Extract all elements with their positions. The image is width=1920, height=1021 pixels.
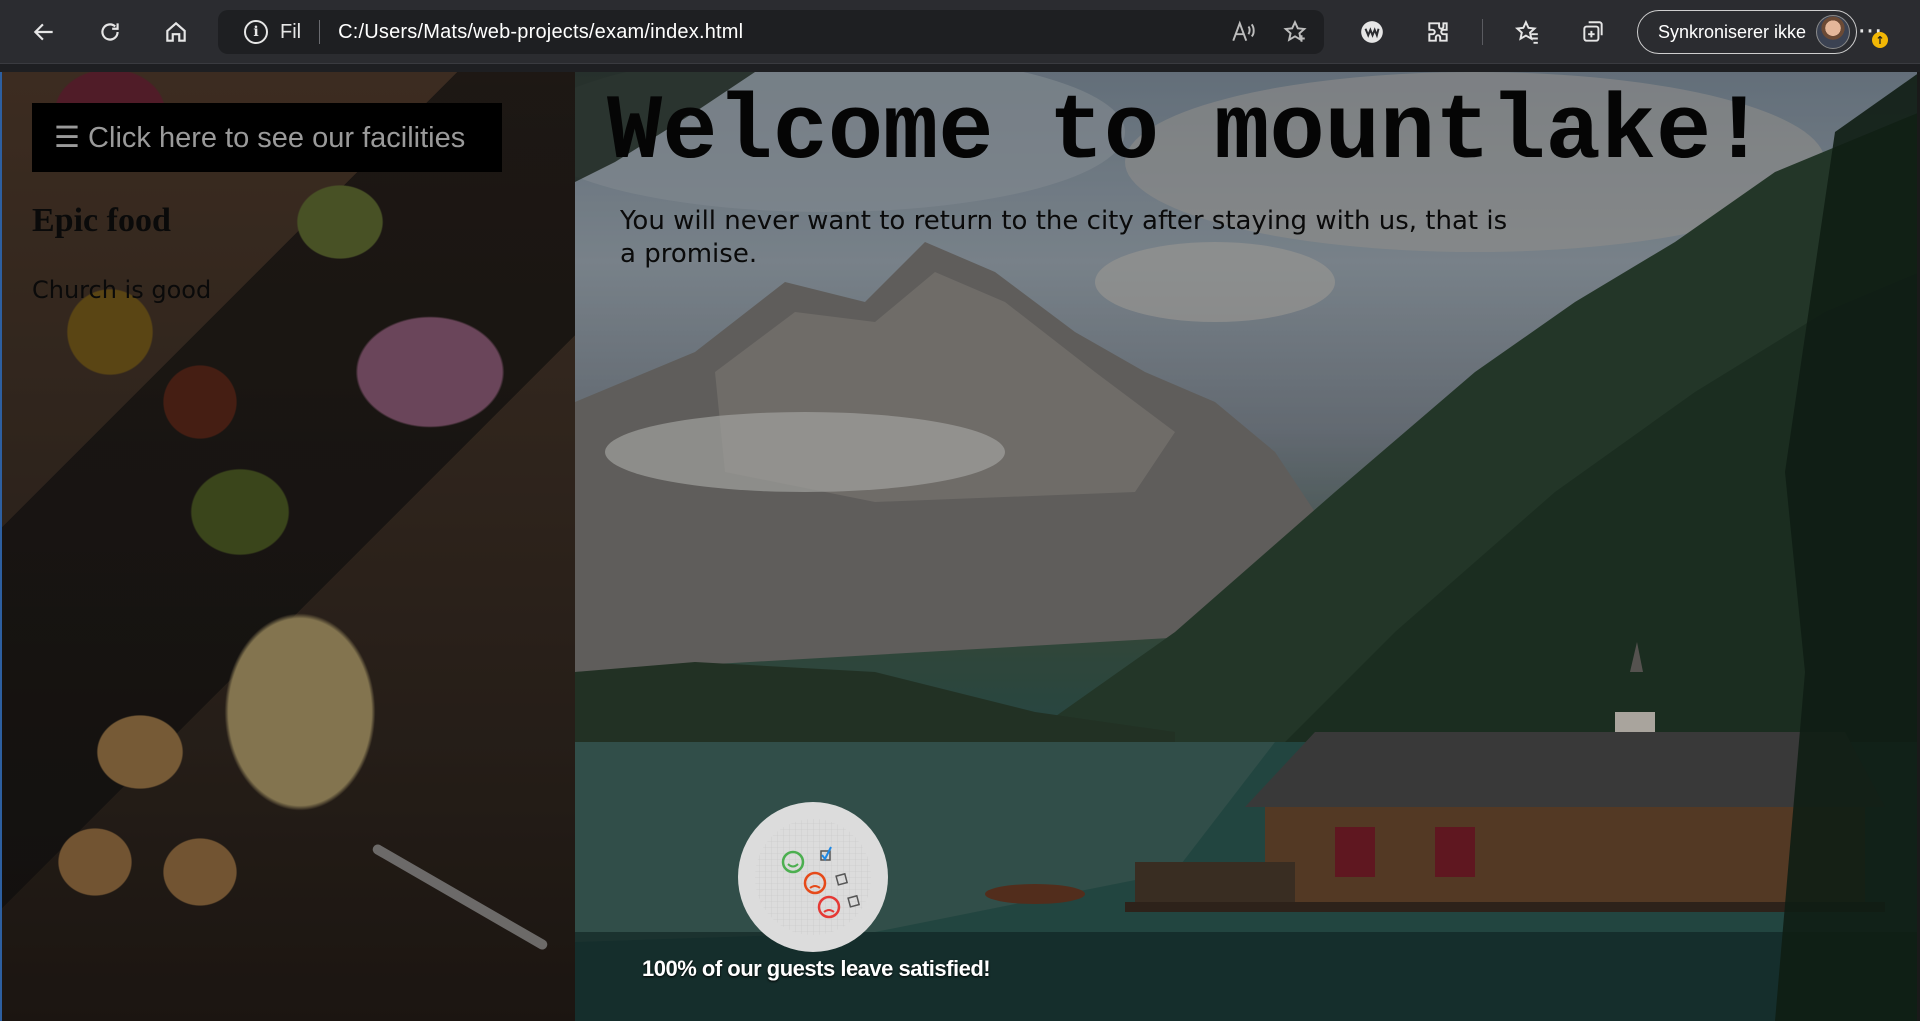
wallet-button[interactable] — [1350, 10, 1394, 54]
home-button[interactable] — [154, 10, 198, 54]
add-favorite-button[interactable] — [1280, 17, 1310, 47]
url-text[interactable]: C:/Users/Mats/web-projects/exam/index.ht… — [338, 21, 743, 44]
satisfaction-survey-icon — [755, 819, 871, 935]
extensions-icon — [1428, 22, 1448, 42]
address-bar-actions — [1228, 10, 1310, 54]
read-aloud-button[interactable] — [1228, 17, 1258, 47]
satisfaction-stat-text: 100% of our guests leave satisfied! — [642, 956, 991, 981]
page-viewport: ☰ Click here to see our facilities Epic … — [0, 72, 1920, 1021]
fork-decoration — [370, 842, 550, 952]
refresh-button[interactable] — [88, 10, 132, 54]
refresh-icon — [101, 22, 119, 41]
survey-badge — [738, 802, 888, 952]
profile-sync-button[interactable]: Synkroniserer ikke — [1637, 10, 1857, 54]
update-badge-icon: ↑ — [1872, 32, 1888, 48]
address-bar[interactable]: i Fil C:/Users/Mats/web-projects/exam/in… — [218, 10, 1324, 54]
back-icon — [33, 23, 53, 40]
info-icon: i — [244, 20, 268, 44]
site-info-label: Fil — [280, 20, 302, 43]
toolbar-right: Synkroniserer ikke — [1350, 10, 1857, 54]
site-info-button[interactable]: i Fil — [244, 10, 301, 54]
favorites-icon — [1514, 19, 1538, 44]
back-button[interactable] — [22, 10, 66, 54]
more-button[interactable]: ··· ↑ — [1848, 10, 1892, 54]
wallet-icon — [1361, 21, 1383, 43]
extensions-button[interactable] — [1416, 10, 1460, 54]
page-left-border — [0, 72, 2, 1021]
read-aloud-icon — [1232, 20, 1255, 42]
address-separator — [319, 20, 321, 44]
food-description: Church is good — [32, 276, 212, 304]
add-favorite-icon — [1283, 19, 1307, 42]
food-heading: Epic food — [32, 202, 171, 239]
tagline-text: You will never want to return to the cit… — [620, 206, 1508, 269]
home-icon — [166, 21, 186, 42]
favorites-button[interactable] — [1505, 10, 1549, 54]
avatar — [1816, 15, 1850, 49]
toolbar-separator — [1482, 19, 1483, 45]
sync-status-label: Synkroniserer ikke — [1658, 21, 1807, 42]
facilities-menu-button[interactable]: ☰ Click here to see our facilities — [32, 103, 502, 172]
page-title: Welcome to mountlake! — [607, 80, 1767, 185]
collections-button[interactable] — [1571, 10, 1615, 54]
browser-toolbar: i Fil C:/Users/Mats/web-projects/exam/in… — [0, 0, 1920, 64]
collections-icon — [1583, 21, 1603, 42]
